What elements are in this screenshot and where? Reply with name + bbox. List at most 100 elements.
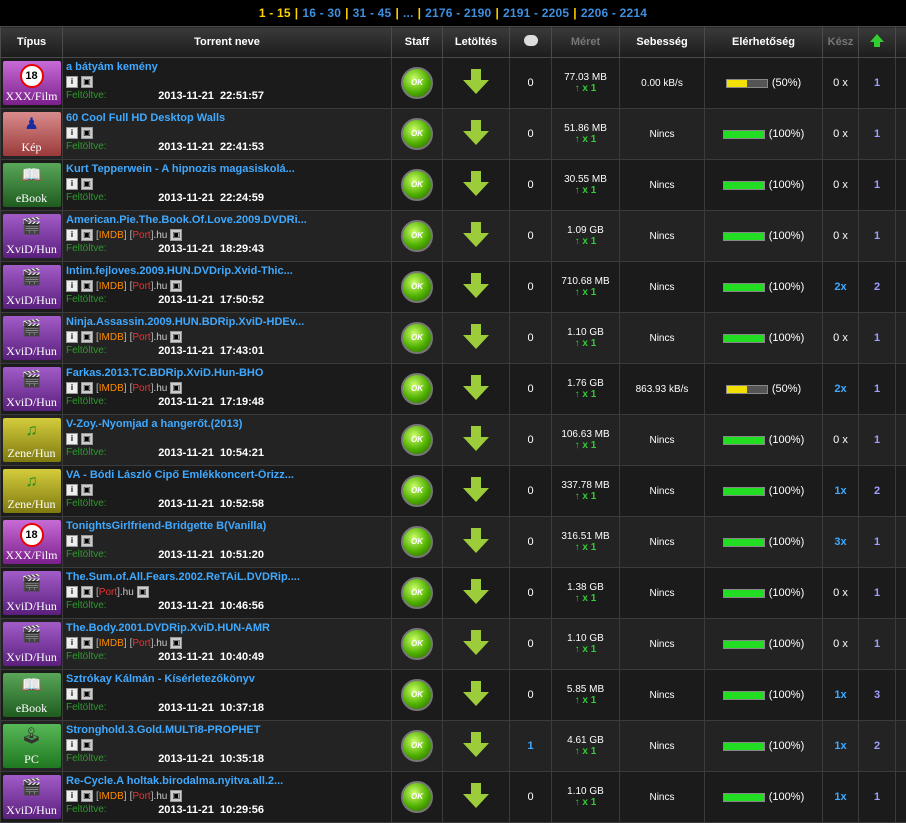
category-cell[interactable]: 🎬 XviD/Hun: [1, 364, 63, 415]
seeders-count[interactable]: 2: [874, 485, 880, 497]
seeders-cell[interactable]: 1: [859, 109, 896, 160]
header-comments[interactable]: [510, 27, 552, 58]
file-count[interactable]: ↑ x 1: [552, 644, 619, 655]
leechers-cell[interactable]: 0: [896, 262, 906, 313]
download-cell[interactable]: [443, 58, 510, 109]
info-icon[interactable]: i: [66, 76, 78, 88]
file-count[interactable]: ↑ x 1: [552, 83, 619, 94]
file-count[interactable]: ↑ x 1: [552, 287, 619, 298]
port-link[interactable]: [Port].hu: [130, 332, 168, 343]
image-icon[interactable]: ▣: [81, 382, 93, 394]
comment-count[interactable]: 1: [527, 740, 533, 752]
info-icon[interactable]: i: [66, 280, 78, 292]
comments-cell[interactable]: 0: [510, 670, 552, 721]
image-icon[interactable]: ▣: [170, 229, 182, 241]
category-icon[interactable]: 🎬 XviD/Hun: [3, 622, 61, 666]
seeders-count[interactable]: 1: [874, 791, 880, 803]
category-icon[interactable]: ♟ Kép: [3, 112, 61, 156]
leechers-cell[interactable]: 1: [896, 58, 906, 109]
category-cell[interactable]: 🎬 XviD/Hun: [1, 619, 63, 670]
info-icon[interactable]: i: [66, 484, 78, 496]
completed-cell[interactable]: 1x: [823, 721, 859, 772]
leechers-cell[interactable]: 0: [896, 568, 906, 619]
comments-cell[interactable]: 1: [510, 721, 552, 772]
info-icon[interactable]: i: [66, 790, 78, 802]
file-count[interactable]: ↑ x 1: [552, 389, 619, 400]
completed-count[interactable]: 0 x: [833, 77, 848, 89]
comment-count[interactable]: 0: [527, 689, 533, 701]
category-icon[interactable]: 📖 eBook: [3, 163, 61, 207]
comments-cell[interactable]: 0: [510, 517, 552, 568]
torrent-name-link[interactable]: Re-Cycle.A holtak.birodalma.nyitva.all.2…: [66, 775, 388, 787]
comments-cell[interactable]: 0: [510, 364, 552, 415]
comments-cell[interactable]: 0: [510, 466, 552, 517]
leechers-cell[interactable]: 0: [896, 517, 906, 568]
comments-cell[interactable]: 0: [510, 568, 552, 619]
completed-cell[interactable]: 1x: [823, 772, 859, 823]
seeders-cell[interactable]: 1: [859, 364, 896, 415]
port-link[interactable]: [Port].hu: [130, 281, 168, 292]
download-arrow-icon[interactable]: [463, 732, 489, 758]
category-icon[interactable]: 🎬 XviD/Hun: [3, 775, 61, 819]
torrent-name-link[interactable]: a bátyám kemény: [66, 61, 388, 73]
seeders-cell[interactable]: 1: [859, 58, 896, 109]
download-cell[interactable]: [443, 619, 510, 670]
download-arrow-icon[interactable]: [463, 171, 489, 197]
leechers-cell[interactable]: 0: [896, 466, 906, 517]
torrent-name-link[interactable]: Ninja.Assassin.2009.HUN.BDRip.XviD-HDEv.…: [66, 316, 388, 328]
image-icon[interactable]: ▣: [81, 229, 93, 241]
pager-link[interactable]: 2206 - 2214: [577, 6, 651, 20]
file-count[interactable]: ↑ x 1: [552, 440, 619, 451]
seeders-count[interactable]: 1: [874, 536, 880, 548]
download-cell[interactable]: [443, 568, 510, 619]
file-count[interactable]: ↑ x 1: [552, 746, 619, 757]
comment-count[interactable]: 0: [527, 77, 533, 89]
completed-count[interactable]: 3x: [834, 536, 846, 548]
comment-count[interactable]: 0: [527, 638, 533, 650]
pager-link[interactable]: 31 - 45: [349, 6, 396, 20]
imdb-link[interactable]: [IMDB]: [96, 791, 127, 802]
category-icon[interactable]: 🎬 XviD/Hun: [3, 214, 61, 258]
comment-count[interactable]: 0: [527, 332, 533, 344]
completed-count[interactable]: 0 x: [833, 230, 848, 242]
completed-cell[interactable]: 3x: [823, 517, 859, 568]
completed-cell[interactable]: 0 x: [823, 58, 859, 109]
category-icon[interactable]: 18 XXX/Film: [3, 520, 61, 564]
category-icon[interactable]: 18 XXX/Film: [3, 61, 61, 105]
category-icon[interactable]: ♫ Zene/Hun: [3, 469, 61, 513]
completed-count[interactable]: 0 x: [833, 638, 848, 650]
leechers-cell[interactable]: 1: [896, 364, 906, 415]
completed-count[interactable]: 2x: [834, 281, 846, 293]
download-arrow-icon[interactable]: [463, 528, 489, 554]
torrent-name-link[interactable]: Stronghold.3.Gold.MULTi8-PROPHET: [66, 724, 388, 736]
image-icon[interactable]: ▣: [81, 433, 93, 445]
seeders-count[interactable]: 3: [874, 689, 880, 701]
category-cell[interactable]: ♫ Zene/Hun: [1, 466, 63, 517]
completed-cell[interactable]: 0 x: [823, 313, 859, 364]
completed-cell[interactable]: 2x: [823, 262, 859, 313]
seeders-count[interactable]: 2: [874, 740, 880, 752]
download-cell[interactable]: [443, 517, 510, 568]
category-cell[interactable]: 🎬 XviD/Hun: [1, 313, 63, 364]
comments-cell[interactable]: 0: [510, 160, 552, 211]
image-icon[interactable]: ▣: [81, 331, 93, 343]
seeders-cell[interactable]: 2: [859, 262, 896, 313]
port-link[interactable]: [Port].hu: [130, 383, 168, 394]
category-cell[interactable]: 18 XXX/Film: [1, 58, 63, 109]
file-count[interactable]: ↑ x 1: [552, 695, 619, 706]
image-icon[interactable]: ▣: [81, 790, 93, 802]
image-icon[interactable]: ▣: [137, 586, 149, 598]
comment-count[interactable]: 0: [527, 128, 533, 140]
download-arrow-icon[interactable]: [463, 69, 489, 95]
port-link[interactable]: [Port].hu: [130, 638, 168, 649]
leechers-cell[interactable]: 0: [896, 772, 906, 823]
download-cell[interactable]: [443, 109, 510, 160]
torrent-name-link[interactable]: Farkas.2013.TC.BDRip.XviD.Hun-BHO: [66, 367, 388, 379]
comment-count[interactable]: 0: [527, 485, 533, 497]
image-icon[interactable]: ▣: [81, 739, 93, 751]
download-cell[interactable]: [443, 364, 510, 415]
download-cell[interactable]: [443, 721, 510, 772]
seeders-cell[interactable]: 1: [859, 160, 896, 211]
completed-count[interactable]: 2x: [834, 383, 846, 395]
torrent-name-link[interactable]: The.Sum.of.All.Fears.2002.ReTAiL.DVDRip.…: [66, 571, 388, 583]
